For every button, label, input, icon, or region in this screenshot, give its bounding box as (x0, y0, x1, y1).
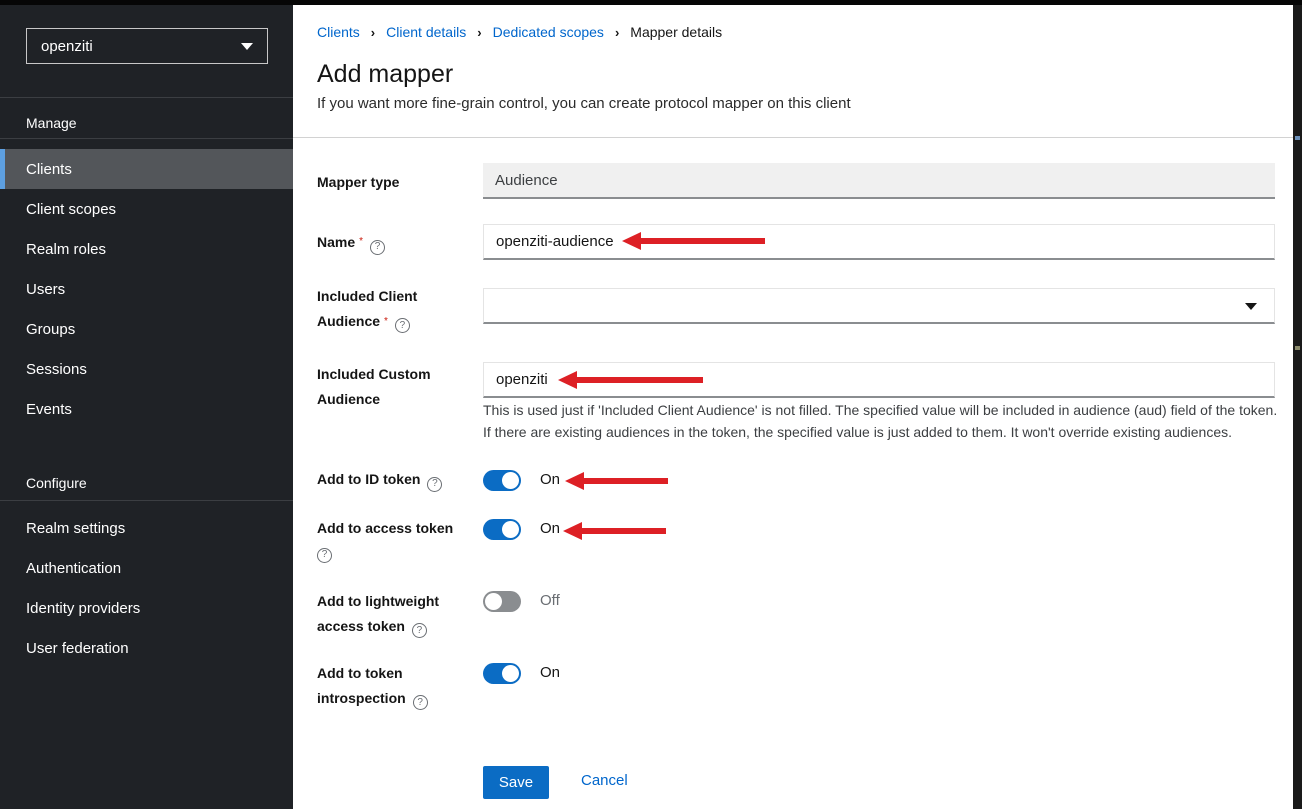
annotation-arrow-access-token (563, 522, 666, 540)
mapper-type-input (483, 163, 1275, 199)
add-to-access-token-state: On (540, 518, 560, 540)
required-asterisk: * (359, 236, 363, 247)
realm-selector-value: openziti (41, 38, 93, 55)
sidebar-item-user-federation[interactable]: User federation (0, 628, 293, 668)
help-icon[interactable]: ? (412, 623, 427, 638)
sidebar-divider (0, 138, 293, 139)
included-custom-audience-input[interactable] (483, 362, 1275, 398)
sidebar-item-events[interactable]: Events (0, 389, 293, 429)
add-to-access-token-toggle[interactable] (483, 519, 521, 540)
add-to-access-token-label: Add to access token ? (317, 517, 475, 563)
nav-section-configure: Configure (26, 475, 87, 491)
add-to-introspection-label: Add to token introspection? (317, 661, 475, 711)
breadcrumb-link-clients[interactable]: Clients (317, 24, 360, 40)
name-input[interactable] (483, 224, 1275, 260)
included-custom-audience-help-text: This is used just if 'Included Client Au… (483, 399, 1281, 443)
sidebar-item-clients[interactable]: Clients (0, 149, 293, 189)
sidebar-item-groups[interactable]: Groups (0, 309, 293, 349)
save-button[interactable]: Save (483, 766, 549, 799)
add-to-lightweight-toggle[interactable] (483, 591, 521, 612)
nav-configure-list: Realm settings Authentication Identity p… (0, 508, 293, 668)
breadcrumb-separator: › (477, 25, 481, 40)
included-custom-audience-field-wrap (483, 362, 1275, 398)
nav-section-manage: Manage (26, 115, 77, 131)
included-custom-audience-label: Included Custom Audience (317, 362, 475, 412)
page-subtitle: If you want more fine-grain control, you… (317, 95, 851, 112)
included-client-audience-label: Included Client Audience*? (317, 284, 475, 334)
breadcrumb-link-dedicated-scopes[interactable]: Dedicated scopes (493, 24, 604, 40)
help-icon[interactable]: ? (413, 695, 428, 710)
add-to-lightweight-label: Add to lightweight access token? (317, 589, 475, 639)
breadcrumb-link-client-details[interactable]: Client details (386, 24, 466, 40)
sidebar-divider (0, 500, 293, 501)
scrollbar-mark (1295, 346, 1300, 350)
required-asterisk: * (384, 316, 388, 327)
add-to-id-token-state: On (540, 469, 560, 491)
page-title: Add mapper (317, 60, 453, 89)
arrow-head-icon (563, 522, 582, 540)
add-to-introspection-toggle[interactable] (483, 663, 521, 684)
sidebar-item-client-scopes[interactable]: Client scopes (0, 189, 293, 229)
included-client-audience-field-wrap (483, 288, 1275, 324)
chevron-down-icon (241, 43, 253, 50)
realm-selector[interactable]: openziti (26, 28, 268, 64)
sidebar-item-realm-settings[interactable]: Realm settings (0, 508, 293, 548)
help-icon[interactable]: ? (317, 548, 332, 563)
add-to-id-token-label: Add to ID token? (317, 468, 475, 492)
name-field-wrap (483, 224, 1275, 260)
sidebar-item-authentication[interactable]: Authentication (0, 548, 293, 588)
help-icon[interactable]: ? (427, 477, 442, 492)
add-to-id-token-toggle[interactable] (483, 470, 521, 491)
nav-manage-list: Clients Client scopes Realm roles Users … (0, 149, 293, 429)
arrow-head-icon (565, 472, 584, 490)
scrollbar[interactable] (1293, 5, 1302, 809)
annotation-arrow-id-token (565, 472, 668, 490)
help-icon[interactable]: ? (370, 240, 385, 255)
main-content: Clients › Client details › Dedicated sco… (293, 5, 1293, 809)
sidebar: openziti Manage Clients Client scopes Re… (0, 5, 293, 809)
add-to-introspection-state: On (540, 662, 560, 684)
mapper-type-label: Mapper type (317, 171, 475, 193)
breadcrumb-current: Mapper details (630, 24, 722, 40)
sidebar-item-sessions[interactable]: Sessions (0, 349, 293, 389)
breadcrumb-separator: › (615, 25, 619, 40)
sidebar-divider (0, 97, 293, 98)
breadcrumb-separator: › (371, 25, 375, 40)
mapper-type-field-wrap (483, 163, 1275, 199)
scrollbar-mark (1295, 136, 1300, 140)
included-client-audience-combobox[interactable] (483, 288, 1275, 324)
sidebar-item-users[interactable]: Users (0, 269, 293, 309)
keycloak-admin-console: openziti Manage Clients Client scopes Re… (0, 0, 1302, 809)
name-label: Name*? (317, 231, 475, 255)
breadcrumb: Clients › Client details › Dedicated sco… (317, 24, 722, 40)
help-icon[interactable]: ? (395, 318, 410, 333)
cancel-button[interactable]: Cancel (581, 770, 628, 792)
sidebar-item-realm-roles[interactable]: Realm roles (0, 229, 293, 269)
header-divider (293, 137, 1293, 138)
sidebar-item-identity-providers[interactable]: Identity providers (0, 588, 293, 628)
add-to-lightweight-state: Off (540, 590, 560, 612)
